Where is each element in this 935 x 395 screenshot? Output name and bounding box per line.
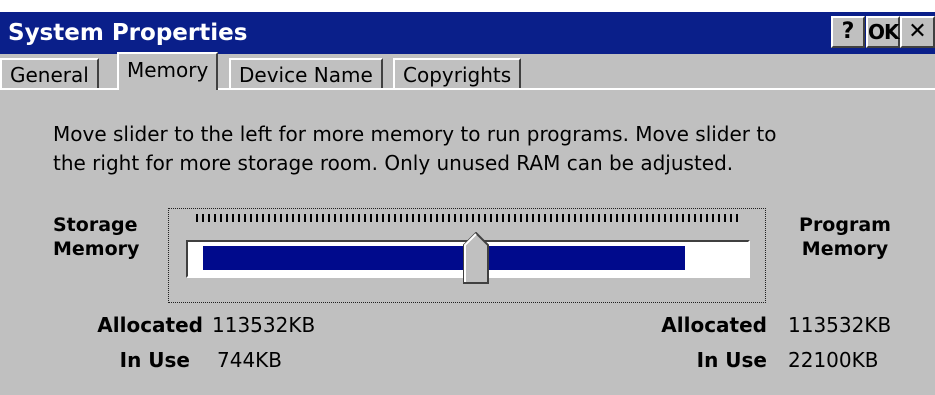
tab-general[interactable]: General — [0, 58, 99, 88]
description-line-1: Move slider to the left for more memory … — [53, 122, 777, 146]
tab-memory[interactable]: Memory — [117, 52, 219, 90]
storage-label-line-2: Memory — [53, 238, 140, 260]
slider-ticks — [196, 214, 742, 222]
storage-allocated-label: Allocated — [97, 313, 203, 337]
program-memory-label: Program Memory — [790, 213, 900, 261]
program-allocated-value: 113532KB — [788, 313, 892, 337]
program-label-line-1: Program — [799, 214, 891, 236]
memory-slider-thumb[interactable] — [463, 232, 489, 284]
memory-usage-bar — [203, 246, 685, 270]
storage-in-use-label: In Use — [119, 348, 190, 372]
storage-label-line-1: Storage — [53, 214, 138, 236]
memory-description: Move slider to the left for more memory … — [53, 120, 873, 178]
storage-memory-label: Storage Memory — [53, 213, 139, 261]
program-in-use-value: 22100KB — [788, 348, 879, 372]
program-in-use-label: In Use — [696, 348, 767, 372]
tab-strip: General Memory Device Name Copyrights — [0, 42, 935, 90]
storage-allocated-value: 113532KB — [212, 313, 316, 337]
description-line-2: the right for more storage room. Only un… — [53, 151, 734, 175]
program-allocated-label: Allocated — [661, 313, 767, 337]
program-label-line-2: Memory — [801, 238, 889, 260]
storage-in-use-value: 744KB — [217, 348, 283, 372]
tab-copyrights[interactable]: Copyrights — [393, 58, 522, 88]
tab-device-name[interactable]: Device Name — [229, 58, 383, 88]
